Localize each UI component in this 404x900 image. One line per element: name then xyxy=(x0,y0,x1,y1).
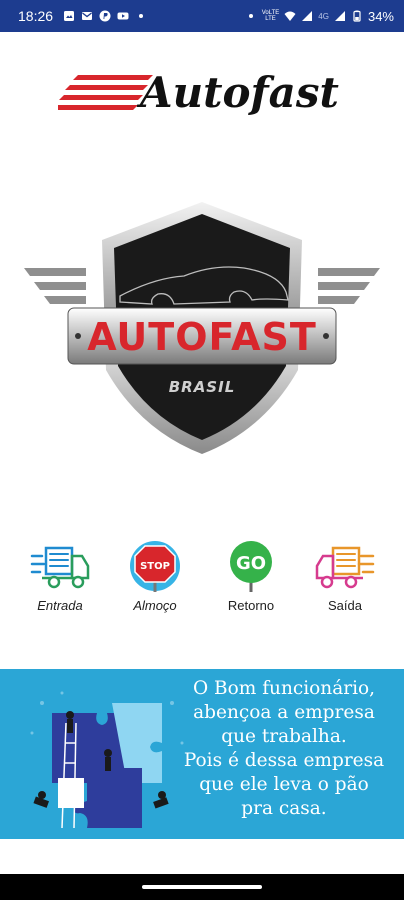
status-bar: 18:26 VoLTE LTE 4G 34% xyxy=(0,0,404,32)
entrada-button[interactable]: Entrada xyxy=(15,540,105,626)
paypal-icon xyxy=(99,10,111,22)
home-gesture-handle[interactable] xyxy=(142,885,262,889)
battery-icon xyxy=(353,10,361,22)
battery-percent: 34% xyxy=(367,8,394,24)
volte-indicator: VoLTE LTE xyxy=(261,10,280,22)
saida-label: Saída xyxy=(328,598,362,613)
status-right: VoLTE LTE 4G 34% xyxy=(245,9,394,24)
go-sign-icon: GO xyxy=(230,541,272,592)
banner-line: O Bom funcionário, xyxy=(192,678,376,699)
dot-icon xyxy=(139,14,144,18)
go-sign-text: GO xyxy=(236,553,266,574)
emblem-subtitle: BRASIL xyxy=(169,378,236,396)
signal-icon-2 xyxy=(334,11,345,21)
banner-quote: O Bom funcionário, abençoa a empresa que… xyxy=(166,677,402,821)
truck-icon xyxy=(30,546,90,589)
stop-sign-text: STOP xyxy=(140,561,170,572)
banner-line: que ele leva o pão xyxy=(199,774,369,795)
status-time: 18:26 xyxy=(18,8,54,24)
banner-line: que trabalha. xyxy=(221,726,347,747)
motivational-banner: O Bom funcionário, abençoa a empresa que… xyxy=(0,669,404,839)
banner-line: pra casa. xyxy=(241,798,327,819)
emblem-title: AUTOFAST xyxy=(87,315,317,359)
network-type: 4G xyxy=(318,11,329,21)
wing-left xyxy=(24,268,86,304)
truck-icon xyxy=(315,546,375,589)
banner-line: abençoa a empresa xyxy=(193,702,375,723)
almoco-button[interactable]: STOP Almoço xyxy=(110,540,200,626)
alarm-dot-icon xyxy=(248,14,253,18)
stop-sign-icon: STOP xyxy=(130,541,180,592)
system-navigation-bar xyxy=(0,874,404,900)
almoco-label: Almoço xyxy=(133,598,177,613)
autofast-emblem-logo: AUTOFAST BRASIL xyxy=(24,202,380,454)
status-left: 18:26 xyxy=(18,8,147,24)
entrada-label: Entrada xyxy=(37,598,83,613)
banner-line: Pois é dessa empresa xyxy=(183,750,385,771)
signal-icon xyxy=(302,11,313,21)
retorno-label: Retorno xyxy=(227,598,275,613)
wifi-icon xyxy=(284,11,296,21)
gmail-icon xyxy=(82,12,93,20)
action-row: Entrada STOP Almoço GO Retorno Saída xyxy=(0,540,404,630)
youtube-icon xyxy=(117,12,129,20)
wing-right xyxy=(318,268,380,304)
brand-logo-text: Autofast xyxy=(140,68,339,117)
saida-button[interactable]: Saída xyxy=(300,540,390,626)
photo-icon xyxy=(64,11,75,21)
retorno-button[interactable]: GO Retorno xyxy=(206,540,296,626)
